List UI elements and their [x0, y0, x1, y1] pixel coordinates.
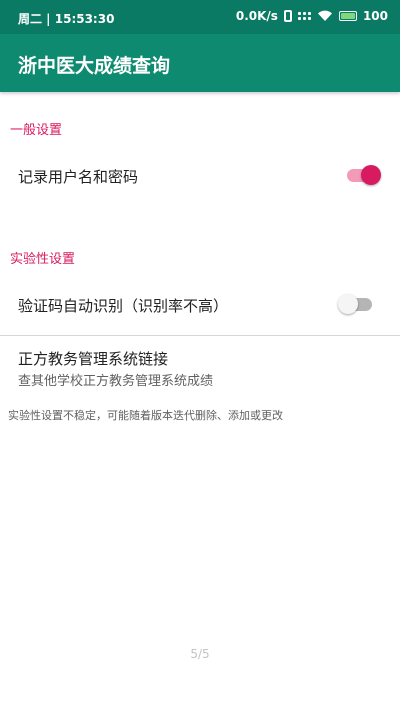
battery-level: 100	[362, 9, 388, 23]
app-title: 浙中医大成绩查询	[18, 55, 171, 77]
vibrate-icon	[283, 10, 292, 22]
switch-thumb	[361, 165, 381, 185]
page-indicator: 5/5	[190, 647, 210, 661]
captcha-recognition-title: 验证码自动识别（识别率不高）	[18, 297, 229, 315]
experimental-footnote: 实验性设置不稳定，可能随着版本迭代删除、添加或更改	[8, 409, 283, 422]
settings-screen: 周二 | 15:53:30 0.0K/s 100 浙中医大成绩查询 一般设置 记…	[0, 0, 400, 710]
remember-credentials-title: 记录用户名和密码	[18, 168, 139, 186]
status-time: 周二 | 15:53:30	[18, 12, 115, 26]
wifi-icon	[317, 10, 333, 22]
remember-credentials-switch[interactable]	[345, 163, 381, 187]
zhengfang-link-summary: 查其他学校正方教务管理系统成绩	[18, 374, 214, 389]
category-experimental: 实验性设置	[10, 252, 76, 267]
signal-icon	[297, 12, 311, 20]
battery-icon	[338, 11, 357, 21]
status-icons: 0.0K/s 100	[236, 9, 388, 23]
app-bar: 浙中医大成绩查询	[0, 34, 400, 92]
zhengfang-link-title: 正方教务管理系统链接	[18, 350, 169, 368]
captcha-recognition-switch[interactable]	[338, 292, 374, 316]
network-speed: 0.0K/s	[235, 9, 278, 23]
category-general: 一般设置	[10, 123, 63, 138]
status-bar: 周二 | 15:53:30 0.0K/s 100	[0, 0, 400, 34]
switch-thumb	[338, 294, 358, 314]
divider	[0, 335, 400, 336]
